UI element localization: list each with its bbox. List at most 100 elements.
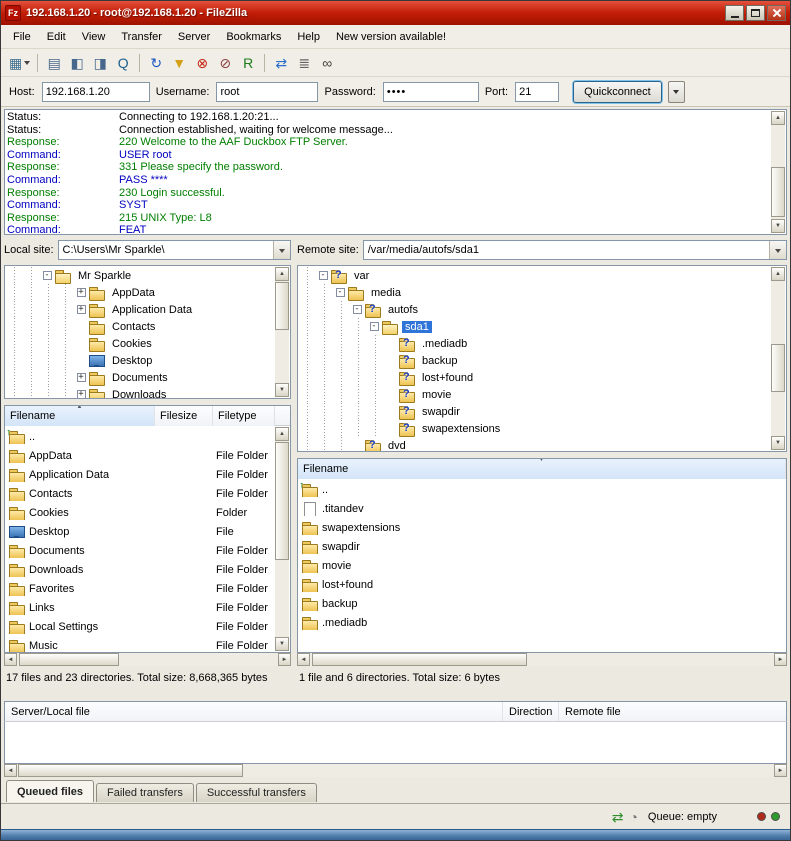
tree-item-documents[interactable]: +Documents bbox=[6, 369, 275, 386]
scrollbar-thumb[interactable] bbox=[275, 282, 289, 330]
log-scrollbar[interactable]: ▲▼ bbox=[771, 111, 785, 233]
file-row-movie[interactable]: movie bbox=[299, 556, 785, 575]
expander-icon[interactable]: - bbox=[350, 305, 364, 314]
scrollbar-thumb[interactable] bbox=[19, 653, 119, 666]
local-file-list[interactable]: Filename▲FilesizeFiletype ↑..AppDataFile… bbox=[4, 405, 291, 653]
expander-icon[interactable]: - bbox=[367, 322, 381, 331]
remote-site-combobox[interactable]: /var/media/autofs/sda1 bbox=[363, 240, 787, 260]
remote-file-list[interactable]: Filename▼ ↑...titandevswapextensionsswap… bbox=[297, 458, 787, 653]
username-input[interactable] bbox=[216, 82, 318, 102]
scroll-left-icon[interactable]: ◄ bbox=[297, 653, 310, 666]
menu-item-new-version-available[interactable]: New version available! bbox=[328, 26, 454, 48]
queue-column-direction[interactable]: Direction bbox=[503, 702, 559, 721]
close-button[interactable] bbox=[767, 5, 786, 21]
menu-item-file[interactable]: File bbox=[5, 26, 39, 48]
tree-item-desktop[interactable]: Desktop bbox=[6, 352, 275, 369]
scrollbar-thumb[interactable] bbox=[312, 653, 527, 666]
tab-failed-transfers[interactable]: Failed transfers bbox=[96, 783, 194, 802]
tree-item-swapdir[interactable]: ?swapdir bbox=[299, 403, 771, 420]
scrollbar-thumb[interactable] bbox=[771, 167, 785, 217]
scrollbar-thumb[interactable] bbox=[275, 442, 289, 560]
column-header-filename[interactable]: Filename▲ bbox=[5, 406, 155, 426]
file-row-cookies[interactable]: CookiesFolder bbox=[6, 503, 275, 522]
tree-item-dvd[interactable]: ?dvd bbox=[299, 437, 771, 451]
refresh-icon[interactable]: ↻ bbox=[145, 52, 167, 74]
scrollbar-thumb[interactable] bbox=[18, 764, 243, 777]
local-site-combobox[interactable]: C:\Users\Mr Sparkle\ bbox=[58, 240, 291, 260]
tab-queued-files[interactable]: Queued files bbox=[6, 780, 94, 802]
menu-item-view[interactable]: View bbox=[74, 26, 114, 48]
scroll-up-icon[interactable]: ▲ bbox=[275, 427, 289, 441]
file-row-downloads[interactable]: DownloadsFile Folder bbox=[6, 560, 275, 579]
tree-item-mediadb[interactable]: ?.mediadb bbox=[299, 335, 771, 352]
scrollbar-thumb[interactable] bbox=[771, 344, 785, 392]
menu-item-transfer[interactable]: Transfer bbox=[113, 26, 170, 48]
tree-item-application-data[interactable]: +Application Data bbox=[6, 301, 275, 318]
scroll-down-icon[interactable]: ▼ bbox=[771, 436, 785, 450]
tab-successful-transfers[interactable]: Successful transfers bbox=[196, 783, 317, 802]
toggle-local-tree-icon[interactable]: ◧ bbox=[66, 52, 88, 74]
quickconnect-dropdown-button[interactable] bbox=[668, 81, 685, 103]
file-row-appdata[interactable]: AppDataFile Folder bbox=[6, 446, 275, 465]
expander-icon[interactable]: + bbox=[74, 288, 88, 297]
file-row-favorites[interactable]: FavoritesFile Folder bbox=[6, 579, 275, 598]
scroll-right-icon[interactable]: ► bbox=[774, 764, 787, 777]
scroll-right-icon[interactable]: ► bbox=[278, 653, 291, 666]
expander-icon[interactable]: + bbox=[74, 390, 88, 398]
queue-column-server-local-file[interactable]: Server/Local file bbox=[5, 702, 503, 721]
tree-item-movie[interactable]: ?movie bbox=[299, 386, 771, 403]
scroll-up-icon[interactable]: ▲ bbox=[771, 111, 785, 125]
tree-item-mr-sparkle[interactable]: -Mr Sparkle bbox=[6, 267, 275, 284]
column-header-filename[interactable]: Filename▼ bbox=[298, 459, 786, 479]
tree-item-lost-found[interactable]: ?lost+found bbox=[299, 369, 771, 386]
queue-body[interactable] bbox=[4, 721, 787, 764]
cancel-icon[interactable]: ⊗ bbox=[191, 52, 213, 74]
expander-icon[interactable]: + bbox=[74, 305, 88, 314]
file-row-swapdir[interactable]: swapdir bbox=[299, 537, 785, 556]
reconnect-icon[interactable]: R bbox=[237, 52, 259, 74]
scroll-left-icon[interactable]: ◄ bbox=[4, 653, 17, 666]
tree-item-autofs[interactable]: -?autofs bbox=[299, 301, 771, 318]
scroll-left-icon[interactable]: ◄ bbox=[4, 764, 17, 777]
tree-item-var[interactable]: -?var bbox=[299, 267, 771, 284]
expander-icon[interactable]: - bbox=[40, 271, 54, 280]
tree-item-media[interactable]: -media bbox=[299, 284, 771, 301]
synchronized-browsing-icon[interactable]: ⇄ bbox=[270, 52, 292, 74]
scroll-down-icon[interactable]: ▼ bbox=[275, 383, 289, 397]
site-manager-icon[interactable]: ▦ bbox=[7, 52, 32, 74]
remote-list-hscrollbar[interactable]: ◄► bbox=[297, 653, 787, 666]
tree-item-appdata[interactable]: +AppData bbox=[6, 284, 275, 301]
menu-item-bookmarks[interactable]: Bookmarks bbox=[218, 26, 289, 48]
file-row-application-data[interactable]: Application DataFile Folder bbox=[6, 465, 275, 484]
file-row-titandev[interactable]: .titandev bbox=[299, 499, 785, 518]
file-row-local-settings[interactable]: Local SettingsFile Folder bbox=[6, 617, 275, 636]
expander-icon[interactable]: - bbox=[316, 271, 330, 280]
queue-column-remote-file[interactable]: Remote file bbox=[559, 702, 786, 721]
scroll-down-icon[interactable]: ▼ bbox=[771, 219, 785, 233]
file-row-lost-found[interactable]: lost+found bbox=[299, 575, 785, 594]
scroll-right-icon[interactable]: ► bbox=[774, 653, 787, 666]
disconnect-icon[interactable]: ⊘ bbox=[214, 52, 236, 74]
maximize-button[interactable] bbox=[746, 5, 765, 21]
file-row-backup[interactable]: backup bbox=[299, 594, 785, 613]
directory-comparison-icon[interactable]: ≣ bbox=[293, 52, 315, 74]
file-row-links[interactable]: LinksFile Folder bbox=[6, 598, 275, 617]
local-directory-tree[interactable]: -Mr Sparkle+AppData+Application DataCont… bbox=[4, 265, 291, 399]
chevron-down-icon[interactable] bbox=[769, 241, 786, 259]
password-input[interactable] bbox=[383, 82, 479, 102]
host-input[interactable] bbox=[42, 82, 150, 102]
tree-item-backup[interactable]: ?backup bbox=[299, 352, 771, 369]
scroll-up-icon[interactable]: ▲ bbox=[275, 267, 289, 281]
toggle-remote-tree-icon[interactable]: ◨ bbox=[89, 52, 111, 74]
menu-item-help[interactable]: Help bbox=[289, 26, 328, 48]
local-list-hscrollbar[interactable]: ◄► bbox=[4, 653, 291, 666]
tree-item-contacts[interactable]: Contacts bbox=[6, 318, 275, 335]
tree-item-swapextensions[interactable]: ?swapextensions bbox=[299, 420, 771, 437]
speed-limits-indicator-icon[interactable]: ◔ bbox=[629, 810, 637, 824]
column-header-filetype[interactable]: Filetype bbox=[213, 406, 275, 426]
tree-item-sda1[interactable]: -sda1 bbox=[299, 318, 771, 335]
expander-icon[interactable]: + bbox=[74, 373, 88, 382]
filter-icon[interactable]: ▼ bbox=[168, 52, 190, 74]
file-row-item[interactable]: ↑.. bbox=[299, 480, 785, 499]
column-header-filesize[interactable]: Filesize bbox=[155, 406, 213, 426]
